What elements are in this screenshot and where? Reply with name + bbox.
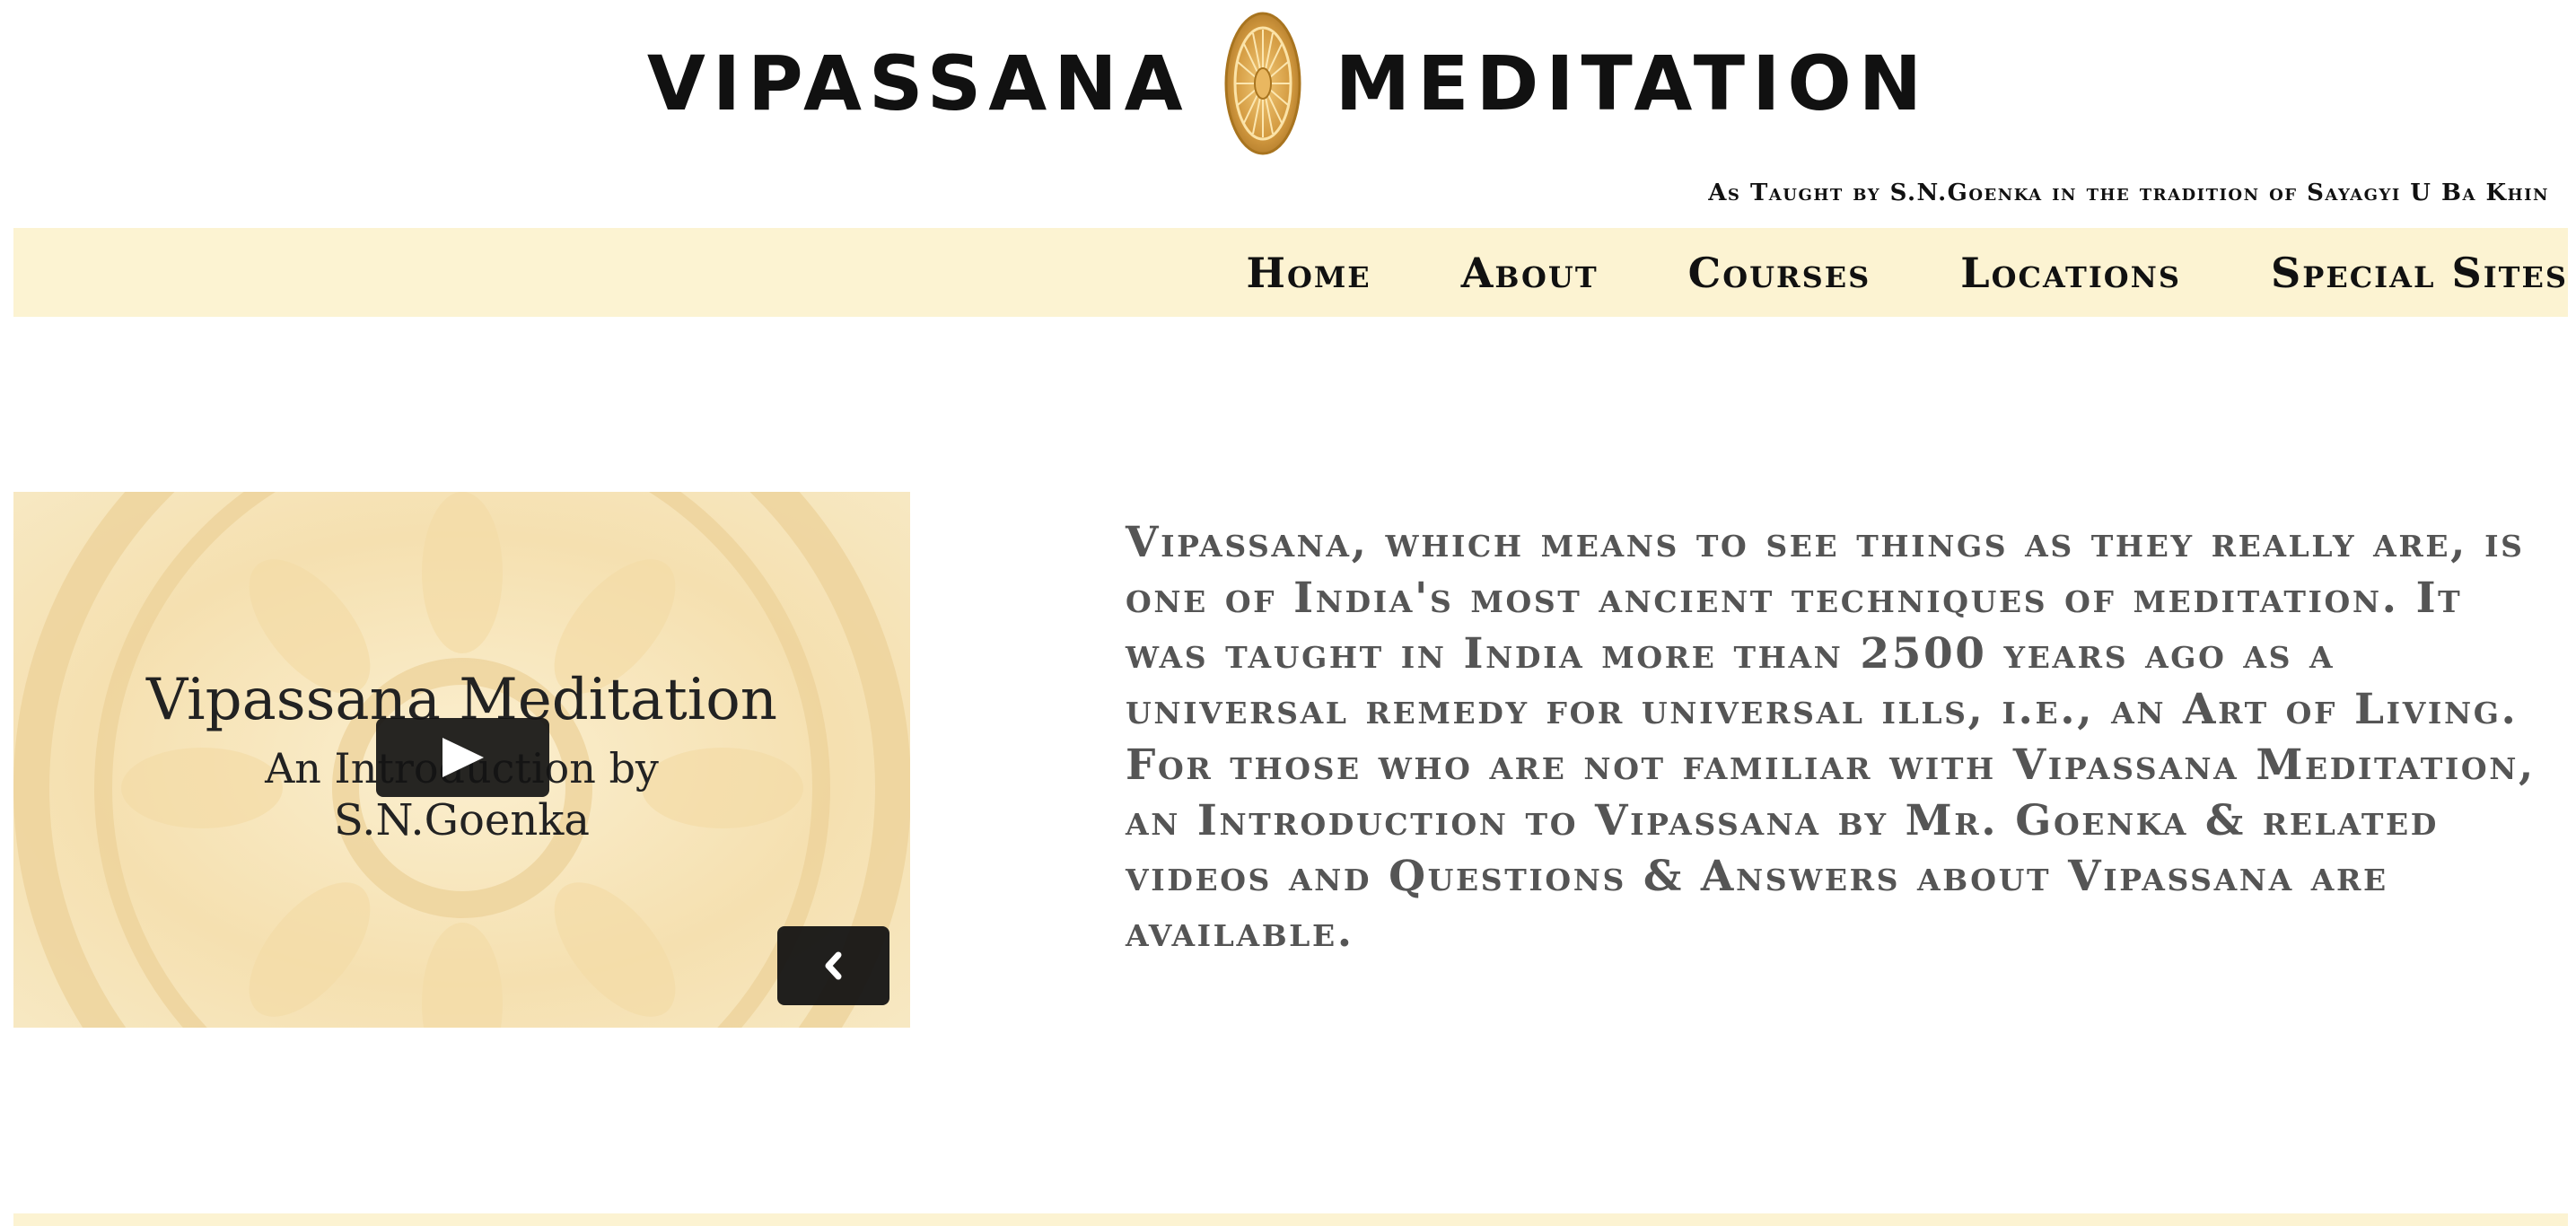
intro-video-player[interactable]: Vipassana Meditation An Introduction by …	[13, 492, 910, 1028]
previous-button[interactable]	[777, 926, 889, 1005]
nav-item-locations[interactable]: Locations	[1960, 249, 2181, 297]
logo-text-left: VIPASSANA	[646, 39, 1190, 127]
nav-item-special-sites[interactable]: Special Sites	[2271, 249, 2568, 297]
nav-list: Home About Courses Locations Special Sit…	[1247, 228, 2568, 317]
site-tagline: As Taught by S.N.Goenka in the tradition…	[1708, 180, 2549, 206]
footer-strip	[13, 1213, 2568, 1226]
site-logo[interactable]: VIPASSANA MEDITATION	[0, 7, 2576, 160]
video-author: S.N.Goenka	[334, 795, 590, 845]
site-header: VIPASSANA MEDITATION As Taught by S.N.Go…	[0, 0, 2576, 224]
dhamma-wheel-icon	[1224, 12, 1301, 155]
play-button[interactable]	[376, 718, 549, 797]
play-icon	[442, 738, 484, 777]
chevron-left-icon	[825, 951, 842, 980]
logo-text-right: MEDITATION	[1335, 39, 1930, 127]
intro-paragraph: Vipassana, which means to see things as …	[1126, 518, 2536, 957]
nav-item-courses[interactable]: Courses	[1688, 249, 1871, 297]
nav-item-home[interactable]: Home	[1247, 249, 1371, 297]
nav-item-about[interactable]: About	[1461, 249, 1599, 297]
main-nav: Home About Courses Locations Special Sit…	[13, 228, 2568, 317]
